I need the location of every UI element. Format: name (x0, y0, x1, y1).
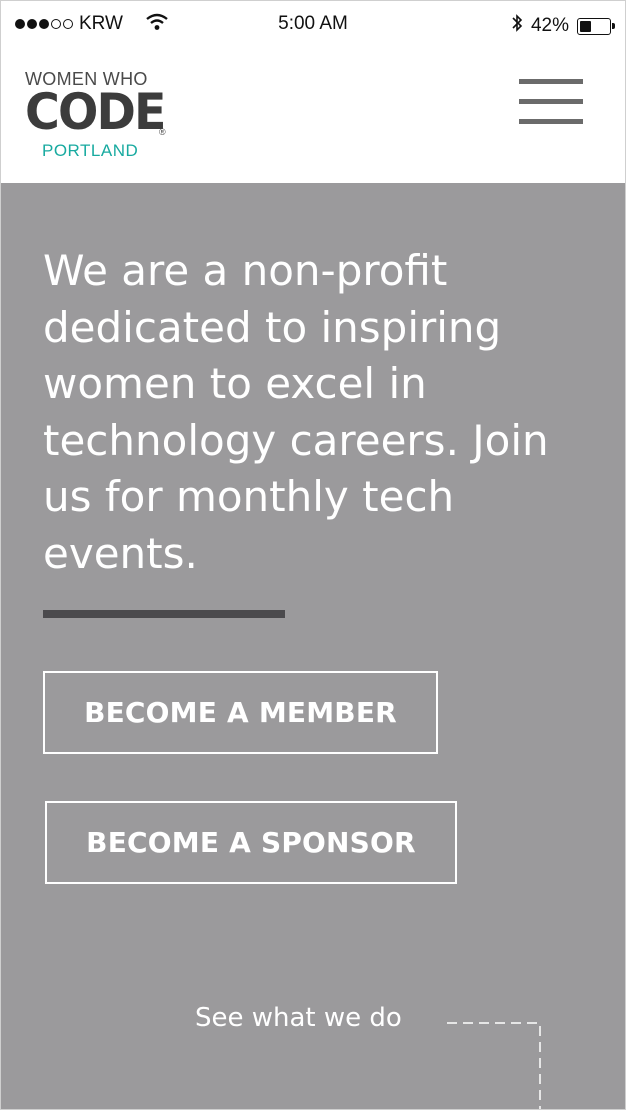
battery-icon (577, 17, 615, 35)
menu-bar (519, 79, 583, 84)
dashed-arrow-line (447, 1022, 541, 1109)
hero-headline: We are a non-profit dedicated to inspiri… (43, 246, 549, 578)
see-what-we-do-link[interactable]: See what we do (195, 1003, 402, 1033)
status-bar: KRW 5:00 AM 42% (1, 1, 625, 47)
women-who-code-logo[interactable]: WOMEN WHO CODE ® PORTLAND (25, 69, 175, 164)
become-sponsor-button[interactable]: BECOME A SPONSOR (45, 801, 457, 884)
logo-line2: CODE (25, 83, 166, 141)
hamburger-menu-icon[interactable] (519, 79, 583, 125)
hero-divider (43, 610, 285, 618)
bluetooth-icon (511, 13, 523, 39)
status-right: 42% (511, 13, 615, 39)
menu-bar (519, 119, 583, 124)
site-header: WOMEN WHO CODE ® PORTLAND (1, 47, 625, 183)
menu-bar (519, 99, 583, 104)
logo-registered-mark: ® (159, 127, 166, 137)
phone-screen: KRW 5:00 AM 42% WOMEN WHO CODE ® PORTLAN… (0, 0, 626, 1110)
hero-section: We are a non-profit dedicated to inspiri… (1, 183, 625, 1109)
logo-line3: PORTLAND (42, 141, 139, 160)
battery-percent: 42% (530, 15, 569, 36)
battery-fill (580, 20, 591, 32)
become-member-button[interactable]: BECOME A MEMBER (43, 671, 438, 754)
